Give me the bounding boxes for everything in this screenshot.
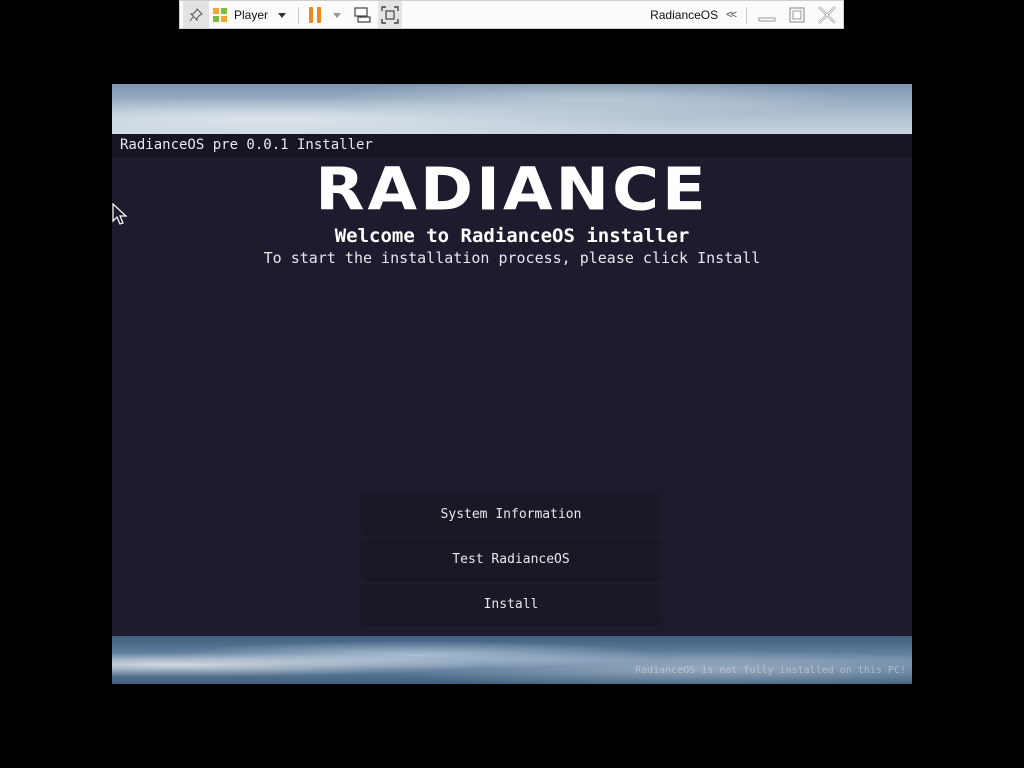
- close-button[interactable]: [815, 1, 839, 29]
- welcome-heading: Welcome to RadianceOS installer: [334, 225, 690, 247]
- restore-icon: [789, 7, 805, 23]
- toolbar-divider: [298, 7, 299, 24]
- wallpaper-top: [112, 84, 912, 134]
- vm-name-tab[interactable]: RadianceOS <<: [650, 1, 737, 29]
- toolbar-divider: [746, 7, 747, 24]
- chevron-down-icon: [333, 12, 341, 18]
- wallpaper-bottom: RadianceOS is not fully installed on thi…: [112, 636, 912, 684]
- install-button[interactable]: Install: [362, 584, 660, 624]
- radiance-logo: RADIANCE: [315, 155, 709, 225]
- guest-screen[interactable]: RadianceOS pre 0.0.1 Installer RADIANCE …: [112, 84, 912, 684]
- mouse-cursor-icon: [112, 203, 128, 225]
- restore-button[interactable]: [787, 1, 807, 29]
- player-logo-icon: [213, 8, 227, 22]
- pause-icon: [309, 7, 321, 23]
- player-menu[interactable]: Player: [212, 1, 287, 29]
- vm-name-label: RadianceOS: [650, 8, 719, 22]
- fullscreen-button[interactable]: [378, 1, 402, 28]
- send-ctrl-alt-del-button[interactable]: [352, 1, 372, 29]
- player-menu-label: Player: [234, 8, 269, 22]
- activation-notice: RadianceOS is not fully installed on thi…: [635, 665, 906, 676]
- window-title: RadianceOS pre 0.0.1 Installer: [120, 137, 373, 153]
- close-icon: [818, 6, 836, 24]
- vm-player-toolbar: Player RadianceOS <<: [179, 0, 844, 29]
- pause-vm-button[interactable]: [306, 1, 324, 29]
- power-options-dropdown[interactable]: [331, 1, 343, 29]
- fullscreen-icon: [381, 5, 399, 24]
- minimize-button[interactable]: [757, 1, 777, 29]
- instructions-text: To start the installation process, pleas…: [263, 249, 761, 267]
- chevron-left-icon: <<: [726, 9, 737, 21]
- installer-title-bar: RadianceOS pre 0.0.1 Installer: [112, 134, 912, 157]
- system-information-button[interactable]: System Information: [362, 494, 660, 534]
- minimize-icon: [758, 17, 776, 22]
- pin-toolbar-button[interactable]: [183, 1, 209, 28]
- test-radianceos-button[interactable]: Test RadianceOS: [362, 539, 660, 579]
- chevron-down-icon: [278, 12, 287, 18]
- send-ctrl-alt-del-icon: [354, 7, 371, 23]
- pin-icon: [189, 7, 203, 21]
